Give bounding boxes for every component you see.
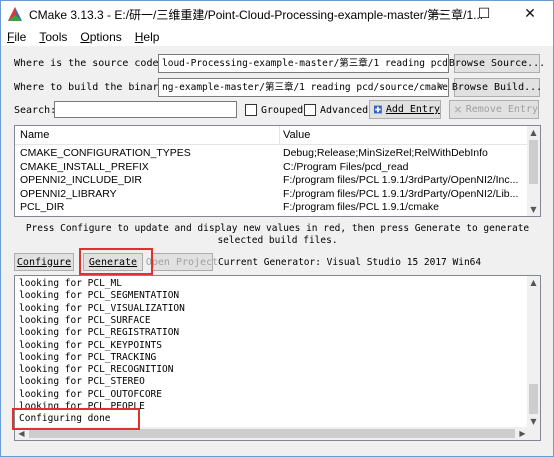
remove-entry-label: Remove Entry <box>465 104 538 115</box>
log-line: looking for PCL_KEYPOINTS <box>19 339 162 351</box>
log-line: looking for PCL_VISUALIZATION <box>19 302 185 314</box>
source-path-input[interactable]: loud-Processing-example-master/第三章/1 rea… <box>158 54 449 73</box>
menu-bar: File Tools Options Help <box>1 27 553 46</box>
current-generator-text: Current Generator: Visual Studio 15 2017… <box>218 257 482 268</box>
close-button[interactable]: ✕ <box>507 1 553 27</box>
menu-help[interactable]: Help <box>135 30 160 44</box>
row-value: Debug;Release;MinSizeRel;RelWithDebInfo <box>283 147 488 159</box>
open-project-button[interactable]: Open Project <box>146 253 218 271</box>
log-line: looking for PCL_SURFACE <box>19 314 151 326</box>
configure-button[interactable]: Configure <box>14 253 74 271</box>
table-scroll-thumb[interactable] <box>529 140 538 184</box>
table-row[interactable]: CMAKE_INSTALL_PREFIX C:/Program Files/pc… <box>15 161 529 175</box>
table-row[interactable]: PCL_DIR F:/program files/PCL 1.9.1/cmake <box>15 201 529 215</box>
source-label: Where is the source code: <box>14 58 165 69</box>
log-line: looking for PCL_RECOGNITION <box>19 364 174 376</box>
row-value: F:/program files/PCL 1.9.1/cmake <box>283 201 440 213</box>
grouped-checkbox[interactable] <box>245 104 257 116</box>
scroll-down-icon[interactable]: ▼ <box>527 203 540 216</box>
menu-options[interactable]: Options <box>80 30 121 44</box>
build-path-value: ng-example-master/第三章/1 reading pcd/sour… <box>162 82 449 93</box>
browse-source-button[interactable]: Browse Source... <box>449 54 545 73</box>
log-vertical-scrollbar[interactable]: ▲ ▼ <box>527 276 540 428</box>
log-vertical-thumb[interactable] <box>529 384 538 414</box>
add-entry-label: Add Entry <box>385 104 440 115</box>
table-row[interactable]: OPENNI2_INCLUDE_DIR F:/program files/PCL… <box>15 174 529 188</box>
configuring-done-highlight-box <box>12 408 140 430</box>
scroll-up-icon[interactable]: ▲ <box>527 126 540 139</box>
chevron-down-icon[interactable]: ∨ <box>436 82 446 92</box>
row-name: CMAKE_INSTALL_PREFIX <box>20 160 149 173</box>
cmake-logo-icon <box>8 7 22 21</box>
row-value: F:/program files/PCL 1.9.1/3rdParty/Open… <box>283 174 519 186</box>
column-divider[interactable] <box>279 126 280 145</box>
search-label: Search: <box>14 105 57 116</box>
menu-tools[interactable]: Tools <box>39 30 67 44</box>
row-name: OPENNI2_LIBRARY <box>20 187 117 200</box>
build-path-combo[interactable]: ng-example-master/第三章/1 reading pcd/sour… <box>158 78 449 97</box>
title-bar[interactable]: CMake 3.13.3 - E:/研一/三维重建/Point-Cloud-Pr… <box>1 1 553 27</box>
column-name-header[interactable]: Name <box>20 129 49 141</box>
remove-entry-icon <box>454 106 462 113</box>
scroll-corner <box>527 427 540 440</box>
maximize-button[interactable]: ☐ <box>461 1 507 27</box>
column-value-header[interactable]: Value <box>283 129 310 141</box>
menu-file[interactable]: File <box>7 30 26 44</box>
row-name: OPENNI2_INCLUDE_DIR <box>20 174 142 186</box>
cache-table[interactable]: Name Value CMAKE_CONFIGURATION_TYPES Deb… <box>14 125 541 217</box>
scroll-up-icon[interactable]: ▲ <box>527 276 540 289</box>
advanced-checkbox[interactable] <box>304 104 316 116</box>
generate-highlight-box <box>79 248 153 275</box>
row-value: F:/program files/PCL 1.9.1/3rdParty/Open… <box>283 187 519 200</box>
add-entry-button[interactable]: Add Entry <box>369 100 441 119</box>
log-line: looking for PCL_SEGMENTATION <box>19 290 180 302</box>
advanced-label: Advanced <box>320 105 369 116</box>
remove-entry-button[interactable]: Remove Entry <box>449 100 539 119</box>
table-row[interactable]: CMAKE_CONFIGURATION_TYPES Debug;Release;… <box>15 147 529 161</box>
grouped-label: Grouped <box>261 105 304 116</box>
log-line: looking for PCL_TRACKING <box>19 351 157 363</box>
log-horizontal-thumb[interactable] <box>29 429 515 438</box>
minimize-button[interactable]: — <box>415 1 461 27</box>
row-value: C:/Program Files/pcd_read <box>283 160 409 173</box>
instruction-text: Press Configure to update and display ne… <box>25 223 530 246</box>
log-line: looking for PCL_ML <box>19 278 122 289</box>
browse-build-button[interactable]: Browse Build... <box>452 78 542 97</box>
table-header: Name Value <box>15 126 529 145</box>
cmake-window: CMake 3.13.3 - E:/研一/三维重建/Point-Cloud-Pr… <box>0 0 554 457</box>
log-line: looking for PCL_OUTOFCORE <box>19 388 162 400</box>
log-line: looking for PCL_STEREO <box>19 376 145 388</box>
add-entry-icon <box>374 105 382 114</box>
search-input[interactable] <box>54 101 237 118</box>
table-vertical-scrollbar[interactable]: ▲ ▼ <box>527 126 540 216</box>
row-name: PCL_DIR <box>20 201 65 213</box>
row-name: CMAKE_CONFIGURATION_TYPES <box>20 147 191 159</box>
configure-label: Configure <box>16 256 72 268</box>
log-line: looking for PCL_REGISTRATION <box>19 327 180 339</box>
table-row[interactable]: OPENNI2_LIBRARY F:/program files/PCL 1.9… <box>15 188 529 202</box>
